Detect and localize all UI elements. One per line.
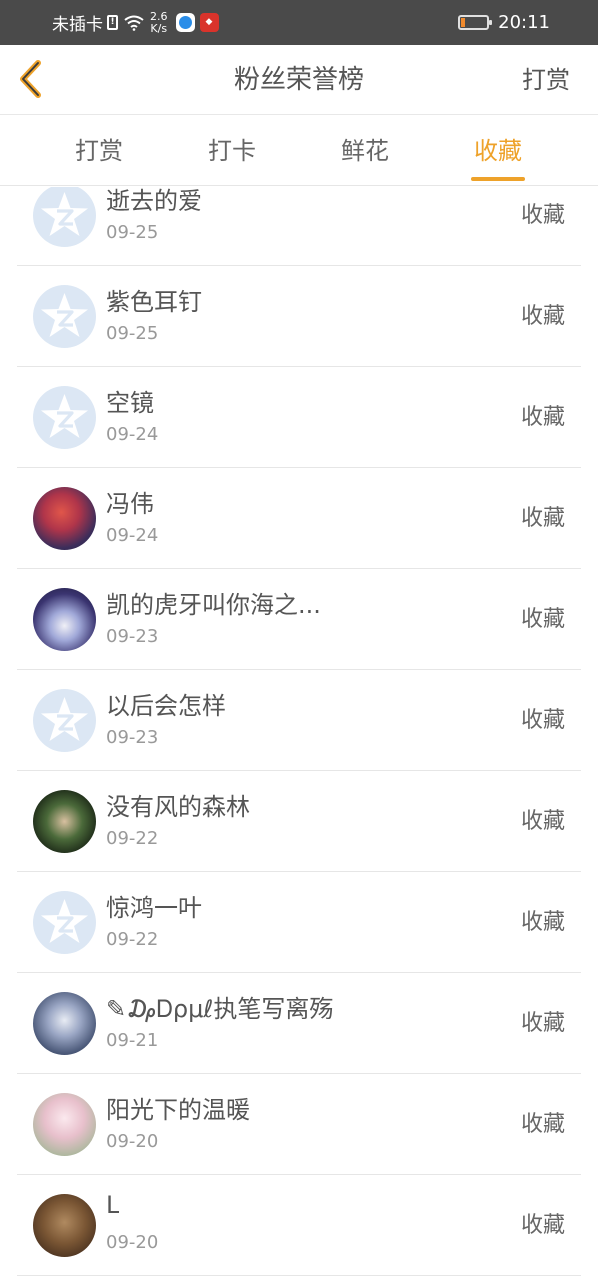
default-avatar-icon	[33, 689, 96, 752]
fan-name: 阳光下的温暖	[106, 1096, 250, 1124]
list-item[interactable]: 空镜 09-24 收藏	[17, 367, 581, 468]
default-avatar-icon	[33, 386, 96, 449]
list-item[interactable]: ✎₯Ꭰρμℓ执笔写离殇 09-21 收藏	[17, 973, 581, 1074]
nav-bar: 粉丝荣誉榜 打赏	[0, 45, 598, 115]
list-item[interactable]: 惊鸿一叶 09-22 收藏	[17, 872, 581, 973]
favorite-action-label: 收藏	[520, 1112, 565, 1137]
network-speed: 2.6 K/s	[150, 9, 168, 35]
tab-flowers[interactable]: 鲜花	[315, 116, 415, 186]
default-avatar-icon	[33, 187, 96, 247]
list-item[interactable]: 紫色耳钉 09-25 收藏	[17, 266, 581, 367]
favorite-action-label: 收藏	[520, 1213, 565, 1238]
tab-bar: 打赏 打卡 鲜花 收藏	[0, 116, 598, 186]
fan-date: 09-20	[106, 1232, 159, 1253]
battery-level	[461, 18, 466, 27]
fan-name: ✎₯Ꭰρμℓ执笔写离殇	[106, 995, 334, 1023]
tab-favorites[interactable]: 收藏	[448, 116, 548, 186]
fan-name: 凯的虎牙叫你海之...	[106, 591, 321, 619]
status-right: 20:11	[458, 0, 550, 45]
notification-red-app-icon: ◆	[199, 13, 219, 32]
user-avatar	[33, 1194, 96, 1257]
favorite-action-label: 收藏	[520, 910, 565, 935]
tab-label: 收藏	[474, 137, 522, 165]
fan-date: 09-22	[106, 929, 159, 950]
status-left: 未插卡 ! 2.6 K/s ◆	[52, 0, 219, 45]
user-avatar	[33, 487, 96, 550]
user-avatar	[33, 992, 96, 1055]
list-item[interactable]: 阳光下的温暖 09-20 收藏	[17, 1074, 581, 1175]
fan-date: 09-24	[106, 424, 159, 445]
carrier-text: 未插卡	[52, 15, 103, 35]
list-item[interactable]: 冯伟 09-24 收藏	[17, 468, 581, 569]
page-title: 粉丝荣誉榜	[233, 65, 364, 95]
clock: 20:11	[498, 12, 550, 33]
list-item[interactable]: L 09-20 收藏	[17, 1175, 581, 1276]
favorite-action-label: 收藏	[520, 1011, 565, 1036]
status-bar: 未插卡 ! 2.6 K/s ◆ 20:11	[0, 0, 598, 45]
default-avatar-icon	[33, 891, 96, 954]
fan-date: 09-23	[106, 626, 159, 647]
list-item[interactable]: 以后会怎样 09-23 收藏	[17, 670, 581, 771]
speed-unit: K/s	[150, 21, 168, 35]
fan-name: 惊鸿一叶	[106, 894, 202, 922]
notification-app-icon	[175, 13, 195, 32]
battery-icon	[458, 15, 493, 30]
fan-date: 09-21	[106, 1030, 159, 1051]
speed-value: 2.6	[150, 9, 168, 23]
tab-reward[interactable]: 打赏	[49, 116, 149, 186]
fan-name: L	[106, 1191, 120, 1219]
wifi-icon	[124, 15, 144, 31]
favorite-action-label: 收藏	[520, 203, 565, 228]
fan-date: 09-24	[106, 525, 159, 546]
user-avatar	[33, 790, 96, 853]
fan-date: 09-23	[106, 727, 159, 748]
fan-date: 09-22	[106, 828, 159, 849]
tab-label: 打卡	[208, 137, 256, 165]
reward-button[interactable]: 打赏	[522, 45, 570, 115]
fan-date: 09-25	[106, 222, 159, 243]
favorite-action-label: 收藏	[520, 708, 565, 733]
fan-name: 冯伟	[106, 490, 154, 518]
fan-name: 逝去的爱	[106, 187, 202, 215]
fan-date: 09-20	[106, 1131, 159, 1152]
fan-date: 09-25	[106, 323, 159, 344]
default-avatar-icon	[33, 285, 96, 348]
fan-name: 空镜	[106, 389, 154, 417]
favorite-action-label: 收藏	[520, 607, 565, 632]
sim-alert-icon: !	[107, 15, 118, 30]
favorite-action-label: 收藏	[520, 304, 565, 329]
user-avatar	[33, 588, 96, 651]
list-item[interactable]: 逝去的爱 09-25 收藏	[17, 187, 581, 266]
favorite-action-label: 收藏	[520, 506, 565, 531]
user-avatar	[33, 1093, 96, 1156]
tab-checkin[interactable]: 打卡	[182, 116, 282, 186]
fan-name: 以后会怎样	[106, 692, 226, 720]
fan-list[interactable]: 逝去的爱 09-25 收藏 紫色耳钉 09-25 收藏 空镜 09-24 收藏 冯伟 09-24 收藏…	[0, 187, 598, 1280]
fan-name: 紫色耳钉	[106, 288, 202, 316]
tab-label: 打赏	[75, 137, 123, 165]
list-item[interactable]: 没有风的森林 09-22 收藏	[17, 771, 581, 872]
active-tab-indicator	[471, 177, 525, 181]
tab-label: 鲜花	[341, 137, 389, 165]
fan-list-items: 逝去的爱 09-25 收藏 紫色耳钉 09-25 收藏 空镜 09-24 收藏 冯伟 09-24 收藏…	[0, 187, 598, 1276]
list-item[interactable]: 凯的虎牙叫你海之... 09-23 收藏	[17, 569, 581, 670]
favorite-action-label: 收藏	[520, 405, 565, 430]
fan-name: 没有风的森林	[106, 793, 250, 821]
favorite-action-label: 收藏	[520, 809, 565, 834]
